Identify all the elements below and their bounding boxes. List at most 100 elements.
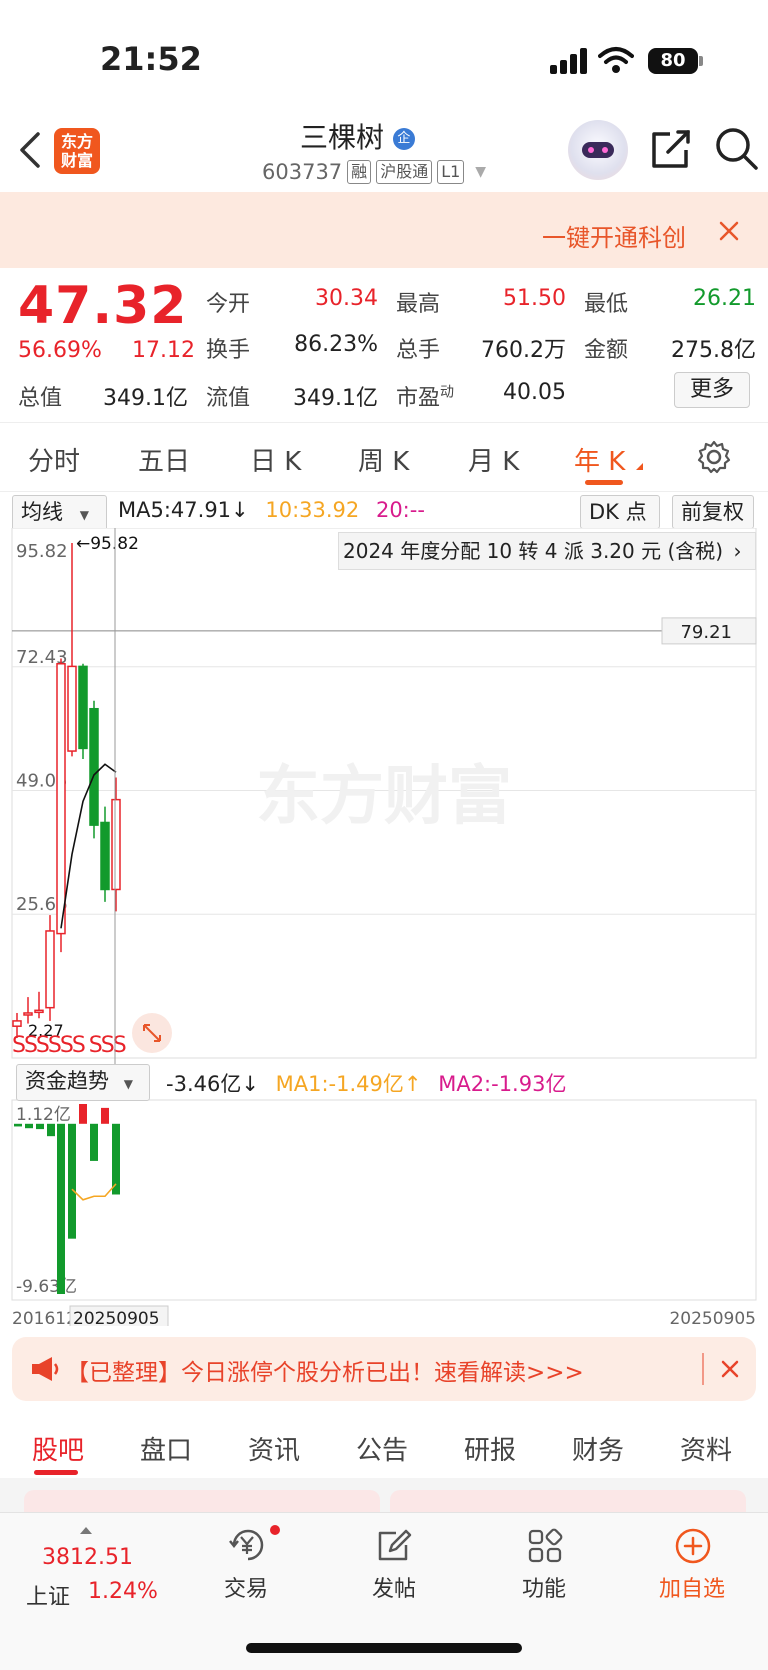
indicator-select-label: 均线	[21, 500, 63, 524]
pe-value: 40.05	[503, 380, 566, 405]
fund-bar	[36, 1123, 44, 1130]
tab-order-book[interactable]: 盘口	[140, 1430, 192, 1467]
tab-five-day[interactable]: 五日	[138, 441, 190, 478]
back-arrow-icon[interactable]	[16, 130, 42, 170]
index-up-caret-icon	[80, 1527, 92, 1534]
amount-label: 金额	[584, 338, 629, 363]
stock-name-text: 三棵树	[300, 121, 385, 154]
index-value: 3812.51	[42, 1545, 133, 1570]
close-icon[interactable]	[720, 1359, 740, 1379]
candle-body	[100, 821, 110, 891]
stock-code-row[interactable]: 603737 融 沪股通 L1 ▼	[262, 160, 486, 184]
level-tag: L1	[437, 160, 465, 184]
home-indicator	[246, 1643, 522, 1653]
dock-functions[interactable]: 功能	[494, 1523, 594, 1603]
tab-news[interactable]: 资讯	[248, 1430, 300, 1467]
fund-bar	[14, 1123, 22, 1127]
market-cap-label: 总值	[18, 386, 63, 411]
dock-post[interactable]: 发帖	[344, 1523, 444, 1603]
y-tick-label: 95.82	[16, 541, 68, 562]
index-name: 上证	[26, 1585, 71, 1610]
share-icon[interactable]	[648, 128, 692, 172]
tab-daily-k[interactable]: 日 K	[250, 441, 301, 478]
dock-trade[interactable]: 交易	[196, 1523, 296, 1603]
dividend-note[interactable]: 2024 年度分配 10 转 4 派 3.20 元 (含税) ›	[338, 532, 756, 570]
sub-panel-frame	[11, 1099, 757, 1301]
adjust-button[interactable]: 前复权	[672, 495, 754, 529]
cellular-signal-icon	[550, 48, 588, 74]
connect-tag: 沪股通	[376, 160, 433, 184]
current-price: 47.32	[18, 276, 188, 336]
tab-yearly-k[interactable]: 年 K	[574, 441, 625, 478]
tab-finance[interactable]: 财务	[572, 1430, 624, 1467]
edit-post-icon	[378, 1529, 412, 1561]
fund-bar	[57, 1123, 65, 1294]
candle-body	[89, 707, 99, 826]
more-button[interactable]: 更多	[674, 372, 750, 408]
tab-monthly-k[interactable]: 月 K	[468, 441, 519, 478]
candle-body	[56, 662, 66, 935]
fund-bar	[68, 1123, 76, 1239]
low-label: 最低	[584, 292, 629, 317]
crosshair-price-label: 79.21	[680, 622, 732, 643]
dock-functions-label: 功能	[521, 1577, 566, 1602]
dividend-note-text: 2024 年度分配 10 转 4 派 3.20 元 (含税)	[343, 539, 724, 563]
down-arrow-icon: ↓	[231, 498, 249, 522]
ma20-value: 20:--	[375, 498, 425, 522]
fund-trend-readout: -3.46亿↓ MA1:-1.49亿↑ MA2:-1.93亿	[166, 1068, 566, 1098]
active-tab-underline	[34, 1470, 78, 1475]
open-value: 30.34	[315, 286, 378, 311]
tab-announcements[interactable]: 公告	[356, 1430, 408, 1467]
assistant-robot-icon[interactable]	[568, 120, 628, 180]
fund-ma1-value: MA1:-1.49亿	[275, 1072, 404, 1096]
low-value: 26.21	[693, 286, 756, 311]
status-time: 21:52	[100, 40, 202, 78]
high-marker-label: ←95.82	[76, 534, 139, 554]
index-change: 1.24%	[88, 1579, 158, 1604]
pe-label: 市盈动	[396, 380, 454, 412]
watermark: 东方财富	[256, 760, 512, 834]
x-end-label: 20250905	[669, 1309, 756, 1326]
trade-yen-icon	[229, 1529, 264, 1561]
candle-body	[78, 665, 88, 750]
tab-intraday[interactable]: 分时	[28, 441, 80, 478]
kline-chart[interactable]: 95.8272.4349.0525.66东方财富79.21←95.822.27S…	[0, 528, 768, 1326]
fund-bar	[47, 1123, 55, 1137]
candle-body	[12, 1020, 22, 1027]
market-cap-value: 349.1亿	[103, 386, 188, 411]
dk-point-button[interactable]: DK 点	[580, 495, 660, 529]
tab-research[interactable]: 研报	[464, 1430, 516, 1467]
dropdown-caret-icon[interactable]: ▼	[475, 164, 486, 180]
add-circle-icon	[675, 1528, 711, 1564]
settings-gear-icon[interactable]	[696, 439, 732, 475]
candle-body	[23, 1012, 33, 1016]
tab-corner-marker	[636, 463, 643, 470]
promo-banner[interactable]: 一键开通科创板	[0, 192, 768, 268]
wifi-icon	[598, 47, 634, 73]
float-cap-label: 流值	[206, 386, 251, 411]
period-tabs: 分时 五日 日 K 周 K 月 K 年 K	[0, 422, 768, 492]
dock-post-label: 发帖	[371, 1577, 416, 1602]
candle-body	[34, 1009, 44, 1014]
indicator-select[interactable]: 均线 ▼	[12, 495, 107, 532]
chevron-down-icon: ▼	[79, 508, 89, 522]
fund-bar	[90, 1123, 98, 1161]
app-logo[interactable]: 东方财富	[54, 128, 100, 174]
search-icon[interactable]	[714, 126, 760, 172]
megaphone-icon	[32, 1357, 59, 1381]
ma10-value: 10:33.92	[265, 498, 360, 522]
close-icon[interactable]	[718, 220, 740, 242]
turnover-value: 86.23%	[294, 332, 378, 357]
signal-marks: SSSSSS SSS	[12, 1033, 126, 1058]
tab-profile[interactable]: 资料	[680, 1430, 732, 1467]
chevron-right-icon: ›	[733, 539, 742, 563]
tab-weekly-k[interactable]: 周 K	[358, 441, 409, 478]
notice-bar[interactable]: 【已整理】今日涨停个股分析已出！速看解读>>>	[12, 1337, 756, 1401]
dock-add-watchlist[interactable]: 加自选	[642, 1523, 742, 1603]
index-widget[interactable]: 3812.51 上证 1.24%	[20, 1523, 170, 1610]
tab-forum[interactable]: 股吧	[32, 1430, 84, 1467]
down-arrow-icon: ↓	[241, 1072, 259, 1096]
open-label: 今开	[206, 292, 251, 317]
content-peek	[0, 1478, 768, 1512]
fund-trend-select[interactable]: 资金趋势 ▼	[16, 1064, 150, 1101]
